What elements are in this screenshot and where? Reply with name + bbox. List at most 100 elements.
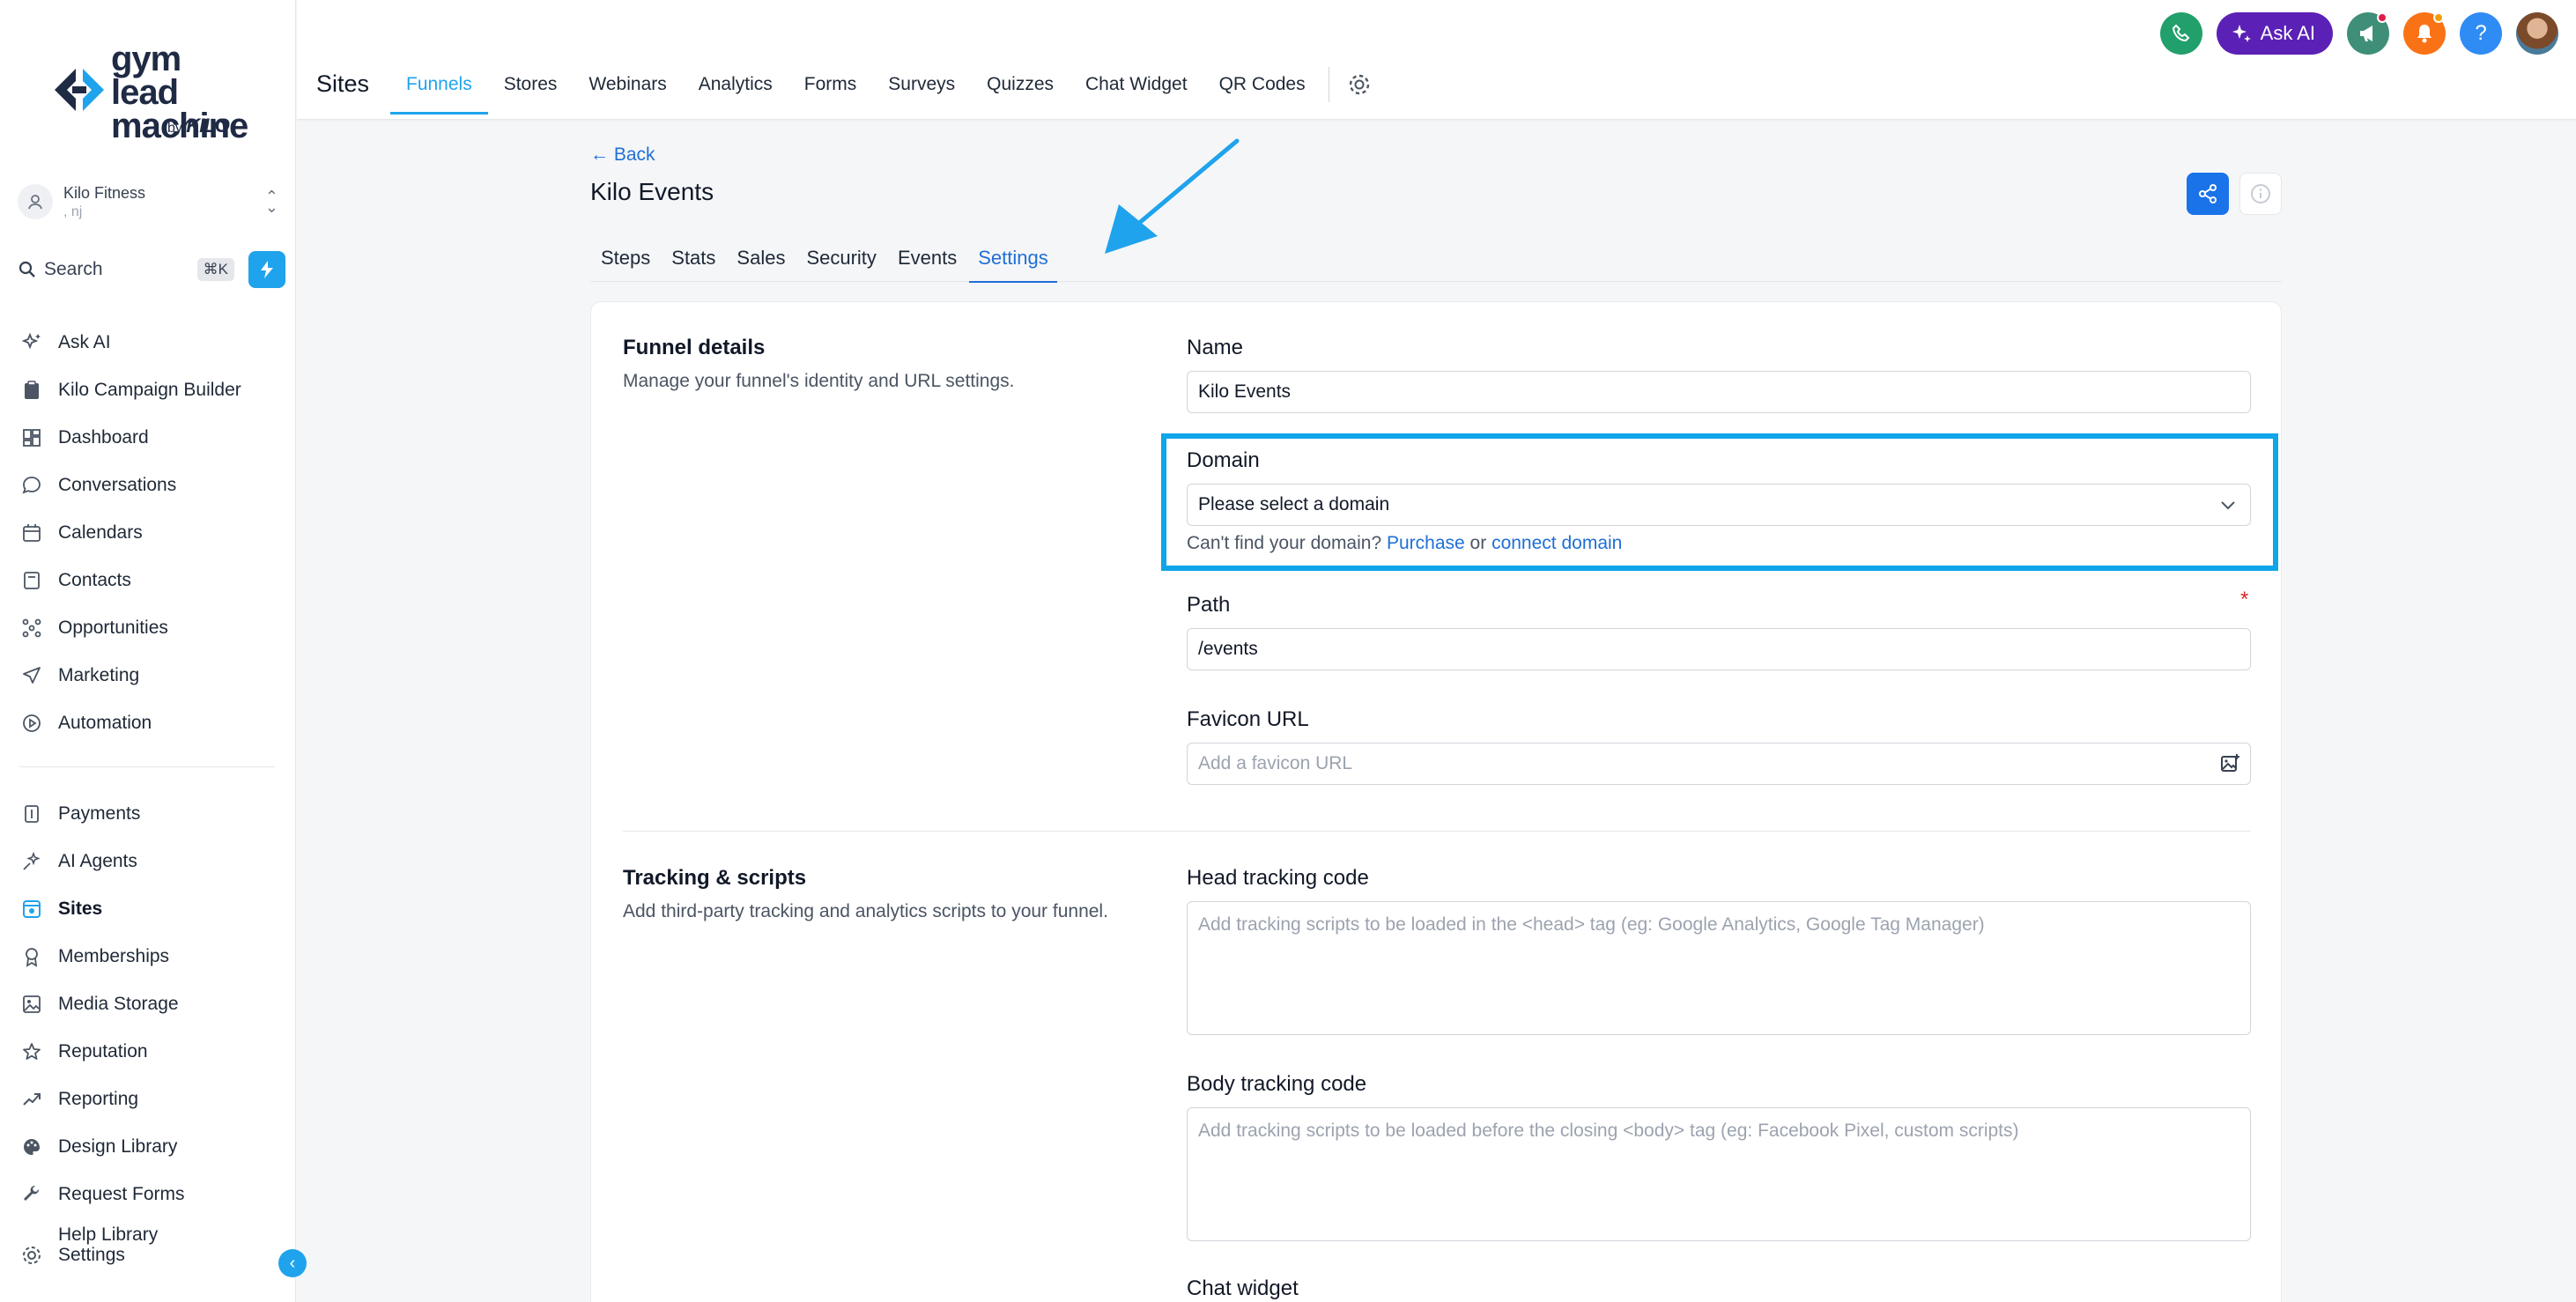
- account-switcher[interactable]: Kilo Fitness , nj ⌃ ⌄: [18, 176, 278, 227]
- sidebar: gym lead machine by KILO Kilo Fitness , …: [0, 0, 307, 1302]
- sidebar-item-reporting[interactable]: Reporting: [18, 1076, 282, 1123]
- sidebar-item-request-forms[interactable]: Request Forms: [18, 1171, 282, 1218]
- sidebar-item-media-storage[interactable]: Media Storage: [18, 980, 282, 1028]
- collapse-sidebar-button[interactable]: ‹: [278, 1249, 307, 1277]
- ask-ai-label: Ask AI: [2260, 22, 2315, 44]
- tab-surveys[interactable]: Surveys: [872, 55, 971, 115]
- sidebar-item-label: Calendars: [58, 522, 143, 543]
- funnel-tab-steps[interactable]: Steps: [590, 234, 661, 282]
- star-icon: [18, 1038, 46, 1066]
- brand-logo[interactable]: gym lead machine by KILO: [49, 41, 248, 144]
- image-icon: [18, 990, 46, 1018]
- sidebar-item-help-library[interactable]: Help Library: [18, 1225, 282, 1244]
- section-title: Sites: [316, 70, 370, 97]
- sidebar-item-label: Marketing: [58, 665, 140, 685]
- header-actions: Ask AI ?: [2159, 12, 2558, 55]
- user-avatar[interactable]: [2516, 12, 2558, 55]
- send-icon: [18, 662, 46, 690]
- announcements-button[interactable]: [2347, 12, 2389, 55]
- funnel-tab-settings[interactable]: Settings: [967, 234, 1059, 283]
- share-button[interactable]: [2187, 173, 2229, 215]
- chevron-left-icon: ‹: [289, 1253, 296, 1273]
- dashboard-icon: [18, 424, 46, 452]
- sidebar-item-dashboard[interactable]: Dashboard: [18, 414, 282, 462]
- tab-quizzes[interactable]: Quizzes: [971, 55, 1070, 115]
- account-location: , nj: [63, 203, 83, 219]
- favicon-input[interactable]: Add a favicon URL: [1187, 743, 2210, 785]
- sidebar-item-opportunities[interactable]: Opportunities: [18, 604, 282, 652]
- head-tracking-label: Head tracking code: [1187, 866, 1369, 890]
- back-link[interactable]: ← Back: [590, 144, 655, 166]
- sidebar-item-automation[interactable]: Automation: [18, 699, 282, 747]
- notification-dot: [2377, 12, 2387, 23]
- help-button[interactable]: ?: [2460, 12, 2502, 55]
- sidebar-item-reputation[interactable]: Reputation: [18, 1028, 282, 1076]
- sidebar-item-label: Kilo Campaign Builder: [58, 380, 241, 400]
- search-shortcut-badge: ⌘K: [196, 258, 234, 281]
- bell-icon: [2417, 25, 2432, 43]
- page-title: Kilo Events: [590, 178, 714, 205]
- sidebar-search[interactable]: Search ⌘K: [18, 251, 285, 288]
- chat-bubble-icon: [18, 471, 46, 499]
- sidebar-divider: [19, 766, 275, 767]
- sidebar-item-sites[interactable]: Sites: [18, 885, 282, 933]
- path-input[interactable]: /events: [1187, 628, 2251, 670]
- sidebar-item-payments[interactable]: Payments: [18, 790, 282, 838]
- funnel-tab-sales[interactable]: Sales: [726, 234, 796, 282]
- tab-stores[interactable]: Stores: [488, 55, 574, 115]
- section-divider: [623, 831, 2251, 832]
- payments-icon: [18, 800, 46, 828]
- tracking-description: Add third-party tracking and analytics s…: [623, 901, 1108, 921]
- sidebar-item-settings[interactable]: Settings: [18, 1244, 282, 1267]
- sidebar-item-label: Ask AI: [58, 332, 111, 352]
- sparkle-icon: [2232, 25, 2251, 42]
- head-tracking-textarea[interactable]: Add tracking scripts to be loaded in the…: [1187, 901, 2251, 1035]
- path-label: Path: [1187, 593, 1231, 617]
- top-bar: Sites Funnels Stores Webinars Analytics Form…: [297, 0, 2576, 120]
- tab-forms[interactable]: Forms: [788, 55, 873, 115]
- required-asterisk: *: [2240, 588, 2249, 611]
- sidebar-item-label: Automation: [58, 713, 152, 733]
- info-button[interactable]: [2239, 173, 2282, 215]
- sidebar-item-kilo-campaign-builder[interactable]: Kilo Campaign Builder: [18, 366, 282, 414]
- tab-qr-codes[interactable]: QR Codes: [1203, 55, 1321, 115]
- funnel-tab-events[interactable]: Events: [887, 234, 967, 282]
- notifications-button[interactable]: [2403, 12, 2446, 55]
- sidebar-item-contacts[interactable]: Contacts: [18, 557, 282, 604]
- sidebar-item-conversations[interactable]: Conversations: [18, 462, 282, 509]
- sidebar-item-label: Payments: [58, 803, 141, 824]
- name-input[interactable]: Kilo Events: [1187, 371, 2251, 413]
- favicon-picker-button[interactable]: [2209, 743, 2251, 785]
- sidebar-item-design-library[interactable]: Design Library: [18, 1123, 282, 1171]
- body-tracking-textarea[interactable]: Add tracking scripts to be loaded before…: [1187, 1107, 2251, 1241]
- ask-ai-button[interactable]: Ask AI: [2216, 12, 2333, 55]
- sidebar-item-ask-ai[interactable]: Ask AI: [18, 319, 282, 366]
- tab-chat-widget[interactable]: Chat Widget: [1070, 55, 1203, 115]
- sidebar-item-label: Sites: [58, 899, 103, 919]
- sidebar-item-label: Reputation: [58, 1041, 148, 1062]
- funnel-tab-security[interactable]: Security: [796, 234, 886, 282]
- sites-settings-button[interactable]: [1342, 55, 1377, 115]
- annotation-highlight-box: [1161, 433, 2278, 571]
- sidebar-item-marketing[interactable]: Marketing: [18, 652, 282, 699]
- annotation-arrow: [1105, 138, 1240, 254]
- memberships-icon: [18, 943, 46, 971]
- sidebar-nav-primary: Ask AI Kilo Campaign Builder Dashboard Conv…: [18, 319, 282, 747]
- tab-analytics[interactable]: Analytics: [683, 55, 788, 115]
- trend-icon: [18, 1085, 46, 1113]
- top-tabs: Funnels Stores Webinars Analytics Forms Surve…: [390, 55, 1377, 116]
- quick-action-bolt-button[interactable]: [248, 251, 285, 288]
- favicon-label: Favicon URL: [1187, 707, 1309, 731]
- sidebar-item-ai-agents[interactable]: AI Agents: [18, 838, 282, 885]
- question-mark-icon: ?: [2475, 21, 2487, 45]
- logo-mark-icon: [55, 69, 104, 111]
- megaphone-icon: [2360, 26, 2372, 41]
- tab-webinars[interactable]: Webinars: [573, 55, 682, 115]
- sidebar-item-label: Media Storage: [58, 994, 179, 1014]
- phone-button[interactable]: [2159, 12, 2202, 55]
- search-label: Search: [44, 259, 103, 279]
- funnel-tab-stats[interactable]: Stats: [661, 234, 726, 282]
- tab-funnels[interactable]: Funnels: [390, 55, 488, 115]
- sidebar-item-memberships[interactable]: Memberships: [18, 933, 282, 980]
- sidebar-item-calendars[interactable]: Calendars: [18, 509, 282, 557]
